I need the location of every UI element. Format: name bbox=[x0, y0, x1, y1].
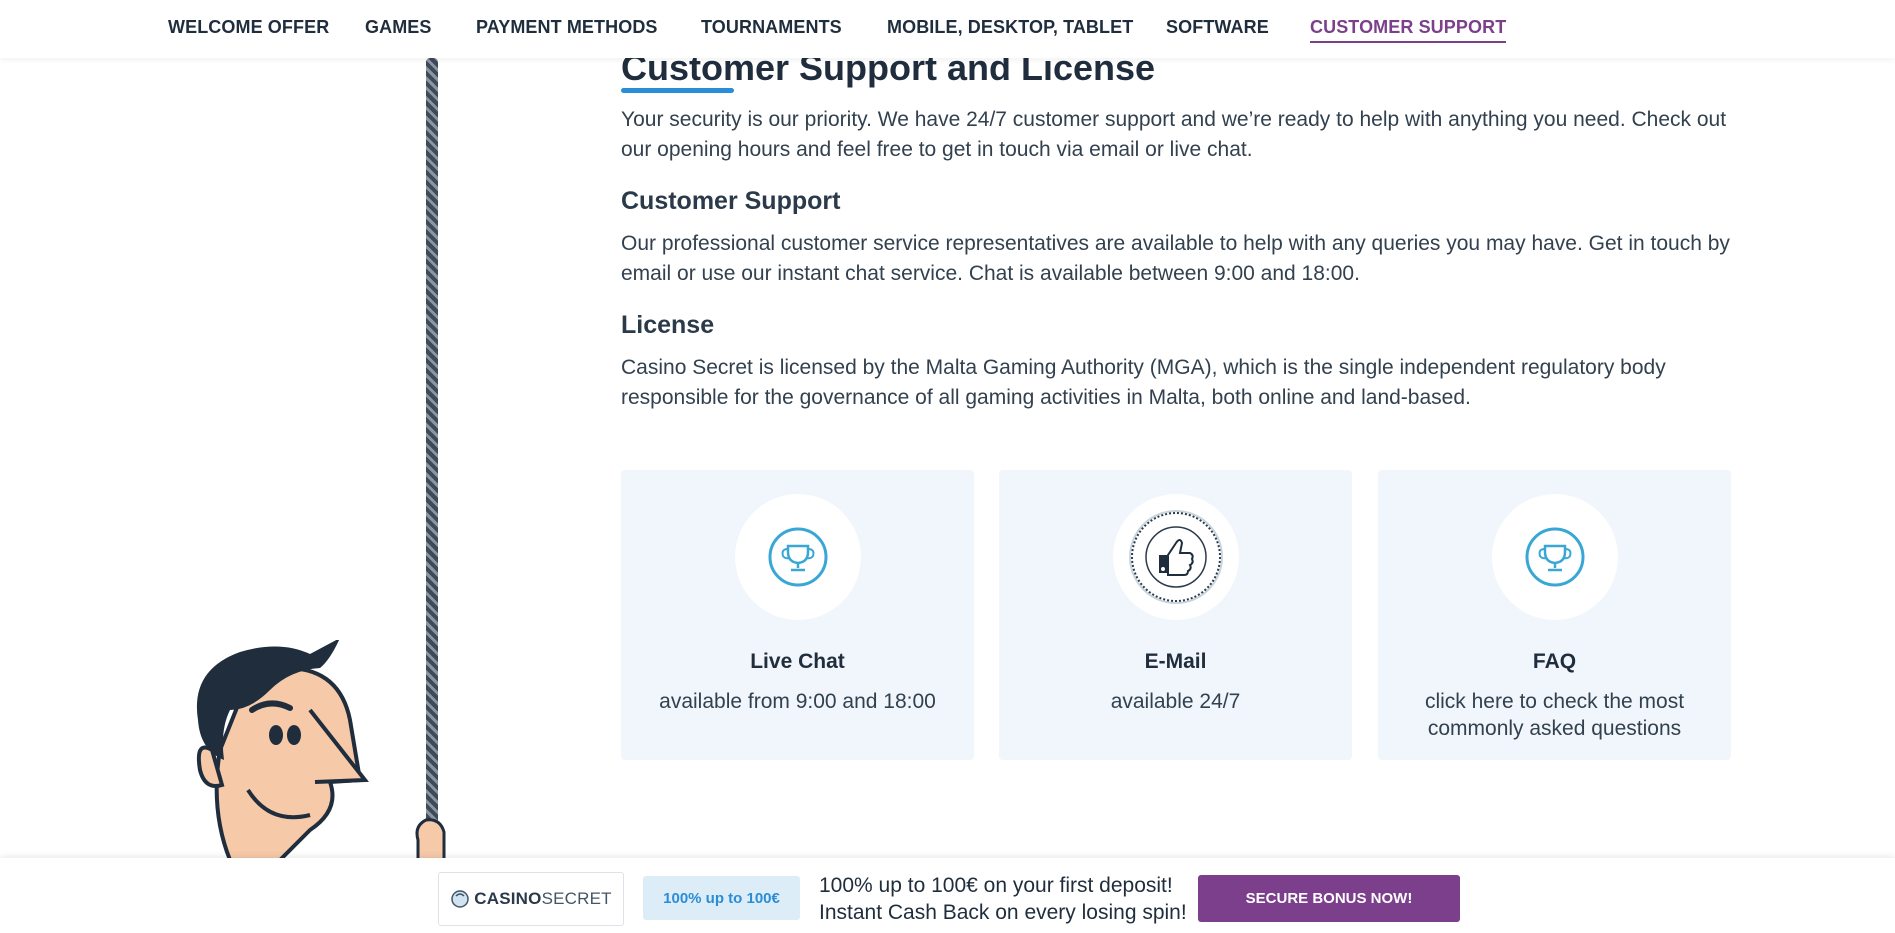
logo-text: CASINOSECRET bbox=[474, 889, 612, 908]
card-title: Live Chat bbox=[750, 650, 845, 673]
license-paragraph: Casino Secret is licensed by the Malta G… bbox=[621, 356, 1666, 409]
faq-card[interactable]: FAQ click here to check the most commonl… bbox=[1378, 470, 1731, 760]
nav-item-payment-methods[interactable]: PAYMENT METHODS bbox=[476, 17, 658, 38]
card-subtitle: click here to check the most commonly as… bbox=[1424, 690, 1685, 740]
cashback-certified-badge-icon bbox=[1128, 510, 1223, 604]
card-title: E-Mail bbox=[1144, 650, 1207, 673]
card-subtitle: available 24/7 bbox=[1110, 690, 1241, 713]
live-chat-card[interactable]: Live Chat available from 9:00 and 18:00 bbox=[621, 470, 974, 760]
card-title: FAQ bbox=[1532, 650, 1577, 673]
nav-item-mobile-desktop-tablet[interactable]: MOBILE, DESKTOP, TABLET bbox=[887, 17, 1133, 38]
trophy-icon bbox=[768, 527, 827, 587]
top-navigation: WELCOME OFFER GAMES PAYMENT METHODS TOUR… bbox=[0, 0, 1895, 58]
customer-support-heading: Customer Support bbox=[621, 187, 841, 215]
offer-badge: 100% up to 100€ bbox=[643, 876, 800, 920]
email-card[interactable]: E-Mail available 24/7 bbox=[999, 470, 1352, 760]
bottom-promo-bar: CASINOSECRET 100% up to 100€ 100% up to … bbox=[0, 858, 1895, 933]
trophy-icon bbox=[1525, 527, 1584, 587]
nav-item-software[interactable]: SOFTWARE bbox=[1166, 17, 1269, 38]
intro-paragraph: Your security is our priority. We have 2… bbox=[621, 108, 1727, 161]
promo-line-2: Instant Cash Back on every losing spin! bbox=[819, 901, 1187, 924]
card-icon-circle bbox=[1112, 494, 1239, 620]
nav-item-welcome-offer[interactable]: WELCOME OFFER bbox=[168, 17, 329, 38]
main-content: Customer Support and License Your securi… bbox=[621, 44, 1733, 413]
card-icon-circle bbox=[1491, 494, 1618, 620]
nav-item-games[interactable]: GAMES bbox=[365, 17, 432, 38]
casino-secret-logo[interactable]: CASINOSECRET bbox=[438, 872, 624, 926]
mascot-logo-icon bbox=[451, 890, 469, 908]
customer-support-paragraph: Our professional customer service repres… bbox=[621, 232, 1730, 285]
nav-item-tournaments[interactable]: TOURNAMENTS bbox=[701, 17, 842, 38]
license-heading: License bbox=[621, 311, 715, 339]
card-icon-circle bbox=[734, 494, 861, 620]
promo-line-1: 100% up to 100€ on your first deposit! bbox=[819, 874, 1173, 897]
nav-item-customer-support[interactable]: CUSTOMER SUPPORT bbox=[1310, 17, 1507, 43]
card-subtitle: available from 9:00 and 18:00 bbox=[659, 690, 936, 713]
promo-text: 100% up to 100€ on your first deposit! I… bbox=[819, 872, 1187, 926]
secure-bonus-button[interactable]: SECURE BONUS NOW! bbox=[1198, 875, 1460, 922]
mascot-illustration bbox=[196, 640, 446, 860]
